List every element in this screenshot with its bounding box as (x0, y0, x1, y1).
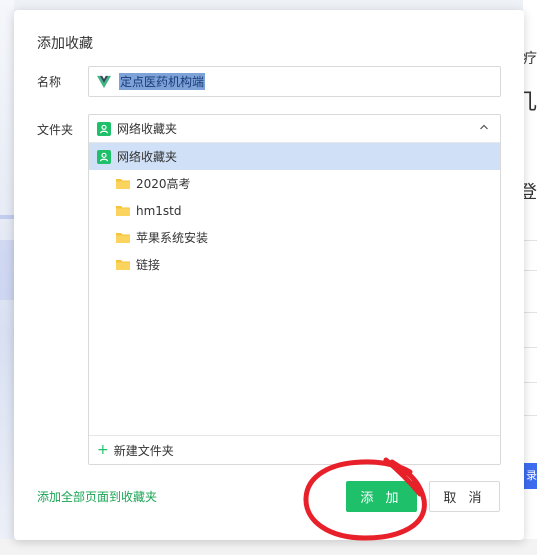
folder-icon (116, 233, 130, 243)
folder-icon (116, 206, 130, 216)
bg-text-fragment: 疗 (523, 51, 537, 67)
tree-item-label: 2020高考 (136, 177, 191, 191)
tree-item[interactable]: 链接 (89, 251, 500, 278)
name-input[interactable]: 定点医药机构端 (88, 66, 501, 97)
green-user-icon (97, 149, 111, 164)
green-user-icon (97, 121, 111, 136)
tree-item-root[interactable]: 网络收藏夹 (89, 143, 500, 170)
tree-item-label: 链接 (136, 258, 161, 272)
selected-folder-text: 网络收藏夹 (117, 122, 178, 136)
folder-icon (116, 260, 130, 270)
bg-divider (523, 415, 537, 416)
chevron-up-icon[interactable] (478, 121, 490, 133)
bg-divider (523, 240, 537, 241)
bg-stripe (0, 240, 14, 300)
cancel-button[interactable]: 取 消 (429, 481, 500, 512)
name-label: 名称 (37, 75, 62, 89)
background-bottom (0, 539, 537, 555)
folder-select-head[interactable]: 网络收藏夹 (89, 115, 500, 143)
bg-divider (523, 347, 537, 348)
bg-divider (523, 312, 537, 313)
add-all-pages-link[interactable]: 添加全部页面到收藏夹 (37, 488, 157, 505)
add-bookmark-dialog: 添加收藏 名称 定点医药机构端 文件夹 网络收藏夹 网络收藏夹 2020高考 h… (14, 10, 524, 540)
background-right-strip: 疗 几 登 录 (515, 0, 537, 555)
new-folder-button[interactable]: + 新建文件夹 (89, 435, 500, 464)
plus-icon: + (97, 442, 109, 458)
tree-item-label: 网络收藏夹 (117, 150, 178, 164)
background-left-strip (0, 0, 14, 555)
folder-label: 文件夹 (37, 123, 74, 137)
new-folder-label: 新建文件夹 (113, 443, 174, 458)
dialog-title: 添加收藏 (37, 36, 93, 52)
folder-icon (116, 179, 130, 189)
bg-divider (523, 382, 537, 383)
tree-item[interactable]: 2020高考 (89, 170, 500, 197)
tree-item[interactable]: 苹果系统安装 (89, 224, 500, 251)
add-button[interactable]: 添 加 (346, 481, 417, 512)
bg-login-button: 录 (523, 463, 537, 489)
folder-select: 网络收藏夹 网络收藏夹 2020高考 hm1std 苹果系统安装 链接 + 新建… (88, 114, 501, 465)
vue-logo-icon (97, 75, 111, 88)
tree-item-label: hm1std (136, 203, 182, 218)
tree-item[interactable]: hm1std (89, 197, 500, 224)
name-input-value: 定点医药机构端 (119, 73, 206, 90)
bg-stripe (0, 215, 14, 219)
bg-divider (523, 270, 537, 271)
tree-item-label: 苹果系统安装 (136, 231, 209, 245)
